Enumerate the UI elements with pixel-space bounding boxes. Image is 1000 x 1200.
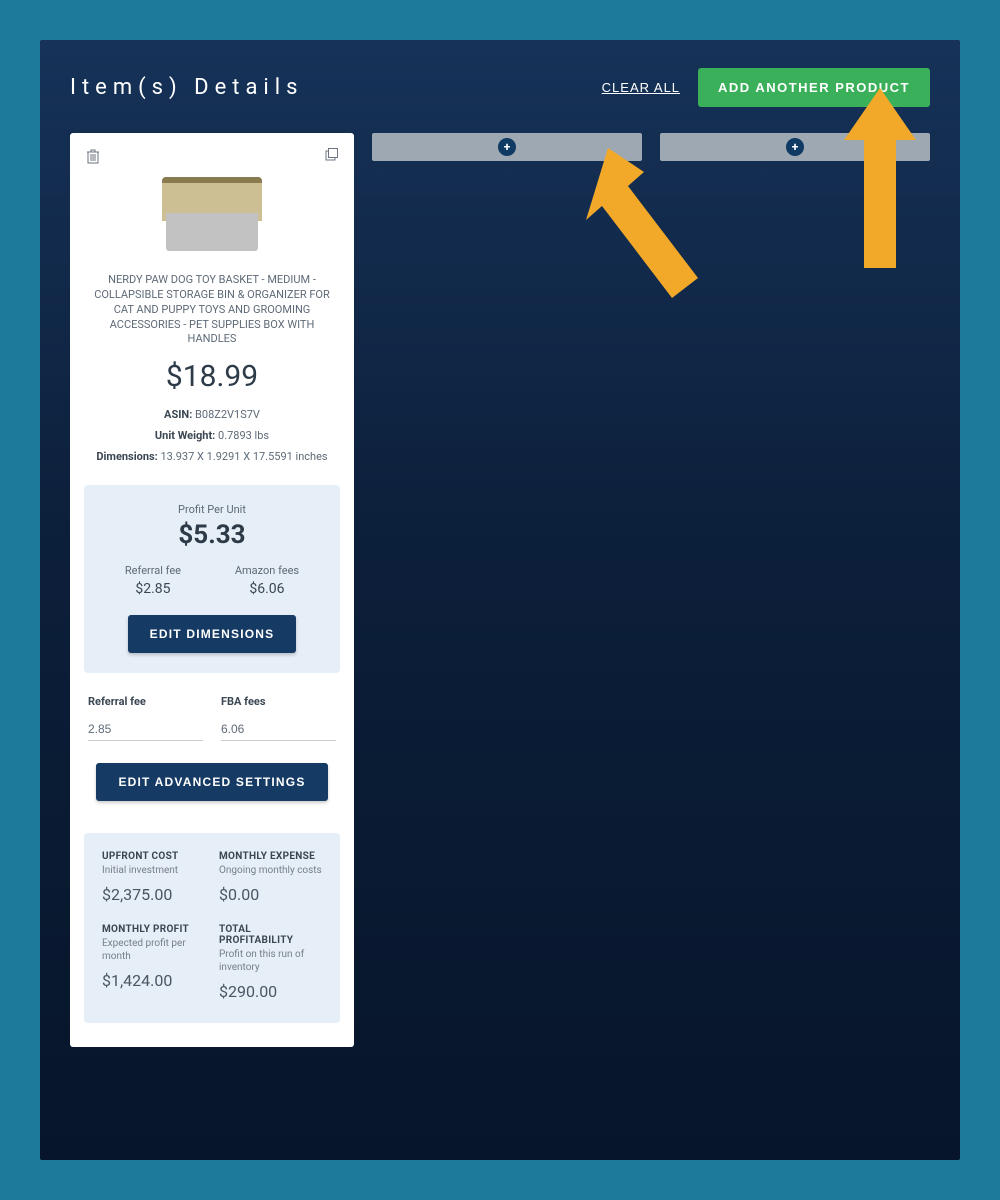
fee-row: Referral fee $2.85 Amazon fees $6.06 — [98, 564, 326, 597]
profit-box: Profit Per Unit $5.33 Referral fee $2.85… — [84, 485, 340, 673]
dimensions-row: Dimensions: 13.937 X 1.9291 X 17.5591 in… — [84, 450, 340, 463]
add-product-button[interactable]: ADD ANOTHER PRODUCT — [698, 68, 930, 107]
plus-icon: + — [498, 138, 516, 156]
total-profitability-cell: TOTAL PROFITABILITY Profit on this run o… — [219, 924, 322, 1001]
empty-slot-2[interactable]: + — [660, 133, 930, 161]
total-profitability-title: TOTAL PROFITABILITY — [219, 924, 322, 946]
fee-inputs-row: Referral fee FBA fees — [84, 695, 340, 741]
copy-icon[interactable] — [322, 147, 340, 165]
card-top-icons — [84, 147, 340, 165]
main-panel: Item(s) Details CLEAR ALL ADD ANOTHER PR… — [40, 40, 960, 1160]
monthly-expense-value: $0.00 — [219, 885, 322, 904]
monthly-expense-cell: MONTHLY EXPENSE Ongoing monthly costs $0… — [219, 851, 322, 904]
clear-all-button[interactable]: CLEAR ALL — [602, 80, 680, 95]
referral-fee-col: Referral fee $2.85 — [125, 564, 181, 597]
weight-label: Unit Weight: — [155, 429, 215, 442]
referral-fee-label: Referral fee — [125, 564, 181, 577]
profit-per-unit-value: $5.33 — [98, 520, 326, 550]
monthly-expense-sub: Ongoing monthly costs — [219, 864, 322, 877]
total-profitability-value: $290.00 — [219, 982, 322, 1001]
upfront-cost-title: UPFRONT COST — [102, 851, 205, 862]
asin-row: ASIN: B08Z2V1S7V — [84, 408, 340, 421]
dimensions-value: 13.937 X 1.9291 X 17.5591 inches — [160, 450, 327, 463]
referral-input-label: Referral fee — [88, 695, 203, 708]
monthly-profit-cell: MONTHLY PROFIT Expected profit per month… — [102, 924, 205, 1001]
monthly-expense-title: MONTHLY EXPENSE — [219, 851, 322, 862]
product-card: NERDY PAW DOG TOY BASKET - MEDIUM - COLL… — [70, 133, 354, 1047]
product-price: $18.99 — [84, 359, 340, 394]
upfront-cost-value: $2,375.00 — [102, 885, 205, 904]
summary-box: UPFRONT COST Initial investment $2,375.0… — [84, 833, 340, 1023]
monthly-profit-value: $1,424.00 — [102, 971, 205, 990]
edit-advanced-button[interactable]: EDIT ADVANCED SETTINGS — [96, 763, 327, 801]
edit-dimensions-button[interactable]: EDIT DIMENSIONS — [128, 615, 297, 653]
header-actions: CLEAR ALL ADD ANOTHER PRODUCT — [602, 68, 930, 107]
fba-input-col: FBA fees — [221, 695, 336, 741]
amazon-fee-col: Amazon fees $6.06 — [235, 564, 299, 597]
amazon-fee-value: $6.06 — [235, 581, 299, 597]
asin-label: ASIN: — [164, 408, 192, 421]
header-row: Item(s) Details CLEAR ALL ADD ANOTHER PR… — [70, 68, 930, 107]
fba-input[interactable] — [221, 718, 336, 741]
delete-icon[interactable] — [84, 147, 102, 165]
fba-input-label: FBA fees — [221, 695, 336, 708]
empty-slot-1[interactable]: + — [372, 133, 642, 161]
advanced-button-wrap: EDIT ADVANCED SETTINGS — [84, 763, 340, 801]
page-title: Item(s) Details — [70, 75, 303, 100]
referral-input[interactable] — [88, 718, 203, 741]
upfront-cost-cell: UPFRONT COST Initial investment $2,375.0… — [102, 851, 205, 904]
plus-icon: + — [786, 138, 804, 156]
product-columns: NERDY PAW DOG TOY BASKET - MEDIUM - COLL… — [70, 133, 930, 1047]
product-title: NERDY PAW DOG TOY BASKET - MEDIUM - COLL… — [84, 273, 340, 347]
upfront-cost-sub: Initial investment — [102, 864, 205, 877]
referral-fee-value: $2.85 — [125, 581, 181, 597]
referral-input-col: Referral fee — [88, 695, 203, 741]
profit-per-unit-label: Profit Per Unit — [98, 503, 326, 516]
total-profitability-sub: Profit on this run of inventory — [219, 948, 322, 974]
weight-value: 0.7893 lbs — [218, 429, 269, 442]
monthly-profit-title: MONTHLY PROFIT — [102, 924, 205, 935]
dimensions-label: Dimensions: — [96, 450, 157, 463]
asin-value: B08Z2V1S7V — [195, 408, 260, 421]
weight-row: Unit Weight: 0.7893 lbs — [84, 429, 340, 442]
amazon-fee-label: Amazon fees — [235, 564, 299, 577]
product-image — [152, 169, 272, 259]
monthly-profit-sub: Expected profit per month — [102, 937, 205, 963]
